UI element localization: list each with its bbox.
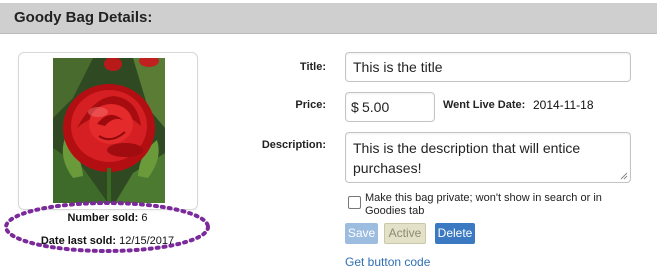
description-label: Description:	[261, 139, 326, 151]
goody-bag-image-card	[18, 52, 198, 210]
save-button[interactable]: Save	[345, 223, 378, 244]
title-input[interactable]: This is the title	[345, 52, 631, 82]
price-input[interactable]: $ 5.00	[345, 92, 435, 122]
title-label: Title:	[299, 61, 326, 73]
resize-grip-icon[interactable]	[620, 172, 628, 180]
description-textarea-value: This is the description that will entice…	[353, 140, 581, 176]
title-input-value: This is the title	[353, 59, 443, 75]
price-label: Price:	[295, 99, 326, 111]
private-checkbox-label[interactable]: Make this bag private; won't show in sea…	[365, 192, 620, 218]
header-bar: Goody Bag Details:	[0, 3, 657, 34]
page-title: Goody Bag Details:	[14, 9, 153, 26]
went-live-date: 2014-11-18	[533, 98, 594, 112]
red-rose-photo	[53, 58, 165, 203]
delete-button[interactable]: Delete	[435, 223, 475, 244]
active-button[interactable]: Active	[384, 223, 426, 244]
currency-symbol: $	[351, 99, 359, 115]
price-input-value: 5.00	[362, 99, 390, 115]
description-textarea[interactable]: This is the description that will entice…	[345, 132, 631, 183]
get-button-code-link[interactable]: Get button code	[345, 255, 430, 269]
date-last-sold-value: 12/15/2017	[119, 235, 175, 247]
number-sold-value: 6	[141, 212, 148, 224]
date-last-sold: Date last sold: 12/15/2017	[0, 235, 215, 247]
number-sold: Number sold: 6	[0, 212, 215, 224]
private-checkbox[interactable]	[348, 196, 361, 209]
date-last-sold-label: Date last sold:	[40, 235, 117, 247]
went-live-label: Went Live Date:	[443, 99, 526, 111]
number-sold-label: Number sold:	[67, 212, 139, 224]
